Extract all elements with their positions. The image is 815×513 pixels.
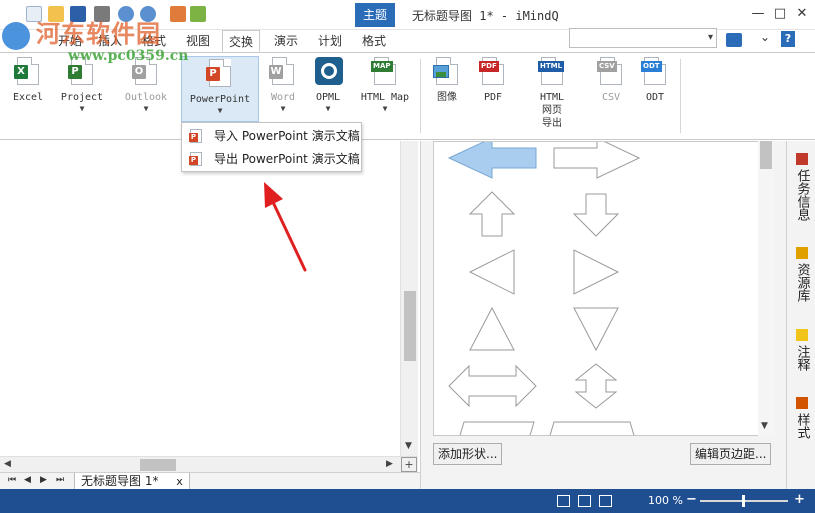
close-tab-icon[interactable]: x xyxy=(176,475,183,488)
zoom-slider[interactable] xyxy=(700,495,788,507)
actual-size-icon[interactable] xyxy=(599,495,612,507)
triangle-down-shape xyxy=(573,307,619,352)
style-icon xyxy=(796,397,808,409)
arrow-left-shape xyxy=(447,142,537,179)
document-tab-label: 无标题导图 1* xyxy=(81,474,159,488)
canvas-vertical-scrollbar[interactable]: ▼ xyxy=(400,141,418,456)
trapezoid-shape xyxy=(549,421,635,435)
zoom-slider-knob[interactable] xyxy=(742,495,745,507)
note-icon xyxy=(796,329,808,341)
fit-page-icon[interactable] xyxy=(557,495,570,507)
side-tab-style[interactable]: 样式 xyxy=(791,397,813,443)
side-tab-resources[interactable]: 资源库 xyxy=(791,247,813,306)
export-powerpoint-menu-item[interactable]: P 导出 PowerPoint 演示文稿 xyxy=(184,148,360,170)
arrow-right-shape xyxy=(553,142,641,179)
watermark-text: 河东软件园 xyxy=(36,20,161,48)
side-tab-task-info[interactable]: 任务信息 xyxy=(791,153,813,225)
prev-tab-icon[interactable]: ◀ xyxy=(24,475,31,485)
document-tab[interactable]: 无标题导图 1* x xyxy=(74,473,190,490)
last-tab-icon[interactable]: ⏭ xyxy=(56,475,64,485)
powerpoint-small-icon: P xyxy=(189,129,202,143)
shape-panel: ▼ 添加形状... 编辑页边距... xyxy=(420,141,786,489)
task-icon xyxy=(796,153,808,165)
resource-icon xyxy=(796,247,808,259)
zoom-level: 100 % xyxy=(648,494,683,507)
shape-grid xyxy=(447,142,641,435)
scroll-down-icon[interactable]: ▼ xyxy=(405,441,412,451)
shape-panel-scrollbar[interactable]: ▼ xyxy=(758,141,774,436)
document-tab-bar: ⏮ ◀ ▶ ⏭ 无标题导图 1* x xyxy=(0,472,420,490)
double-arrow-horizontal-shape xyxy=(448,364,537,408)
powerpoint-small-icon: P xyxy=(189,152,202,166)
zoom-out-button[interactable]: − xyxy=(686,492,697,507)
side-tab-bar: 任务信息 资源库 注释 样式 xyxy=(786,141,815,489)
triangle-left-shape xyxy=(468,249,515,295)
double-arrow-vertical-shape xyxy=(574,363,618,409)
powerpoint-dropdown-menu: P 导入 PowerPoint 演示文稿 P 导出 PowerPoint 演示文… xyxy=(181,122,362,172)
triangle-up-shape xyxy=(469,306,515,351)
side-tab-notes[interactable]: 注释 xyxy=(791,329,813,375)
edit-margin-button[interactable]: 编辑页边距... xyxy=(690,443,772,465)
first-tab-icon[interactable]: ⏮ xyxy=(8,475,16,485)
fit-width-icon[interactable] xyxy=(578,495,591,507)
arrow-up-shape xyxy=(468,191,516,237)
scrollbar-thumb[interactable] xyxy=(140,459,176,471)
triangle-right-shape xyxy=(573,249,620,295)
scrollbar-thumb[interactable] xyxy=(760,141,772,169)
import-powerpoint-menu-item[interactable]: P 导入 PowerPoint 演示文稿 xyxy=(184,125,360,147)
scroll-left-icon[interactable]: ◀ xyxy=(4,459,11,469)
status-bar: 100 % − + xyxy=(0,489,815,513)
shape-gallery[interactable] xyxy=(433,141,763,436)
watermark-logo xyxy=(2,22,30,50)
arrow-down-shape xyxy=(572,193,620,237)
canvas-horizontal-scrollbar[interactable]: ◀ ▶ + xyxy=(0,456,418,472)
add-canvas-icon[interactable]: + xyxy=(401,457,417,472)
watermark-url: www.pc0359.cn xyxy=(68,48,189,64)
zoom-in-button[interactable]: + xyxy=(794,492,805,507)
next-tab-icon[interactable]: ▶ xyxy=(40,475,47,485)
add-shape-button[interactable]: 添加形状... xyxy=(433,443,503,465)
scroll-right-icon[interactable]: ▶ xyxy=(386,459,393,469)
trapezoid-shape xyxy=(459,421,535,435)
scroll-down-icon[interactable]: ▼ xyxy=(761,421,768,431)
scrollbar-thumb[interactable] xyxy=(404,291,416,361)
